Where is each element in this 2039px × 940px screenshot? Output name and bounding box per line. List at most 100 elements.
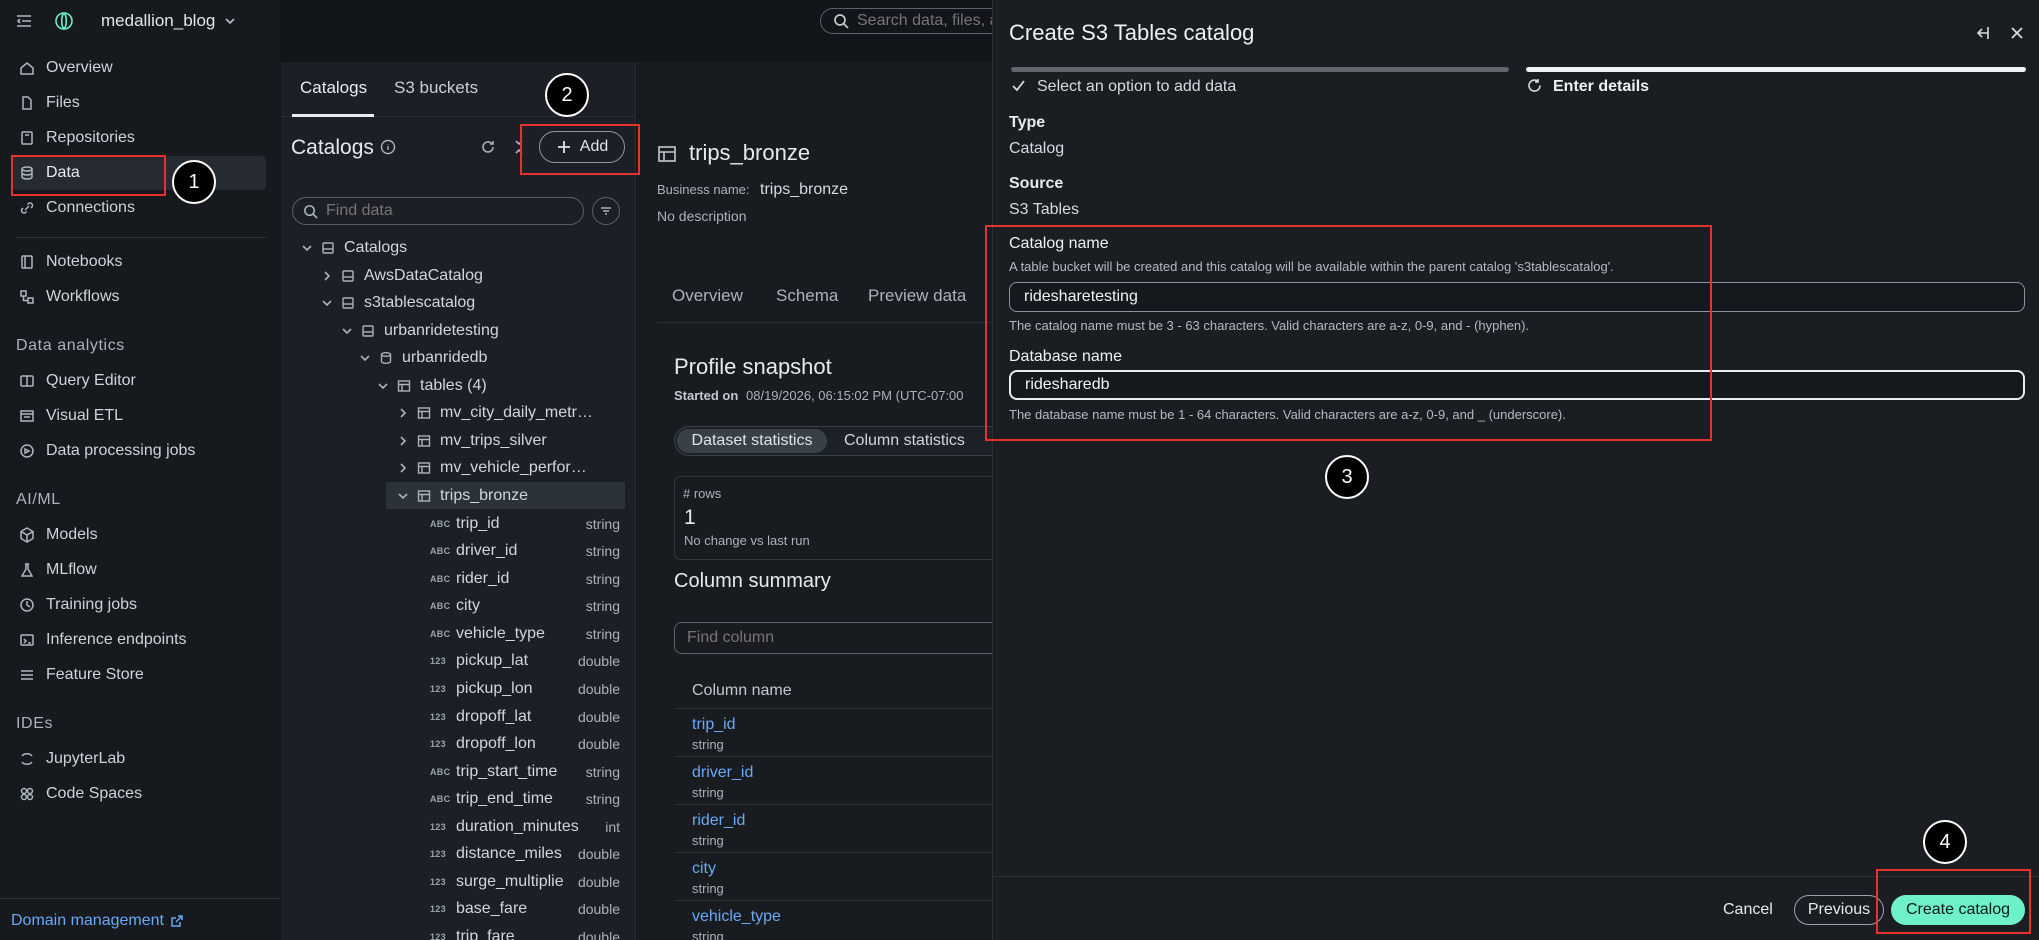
step1-progress-bar — [1011, 67, 1509, 72]
chevron-down-icon[interactable] — [300, 241, 314, 255]
cancel-button[interactable]: Cancel — [1723, 901, 1773, 919]
nav-item-files[interactable]: Files — [12, 86, 266, 120]
source-label: Source — [1009, 175, 1064, 192]
nav-item-visual-etl[interactable]: Visual ETL — [12, 399, 266, 433]
column-row[interactable]: ABC city string — [430, 592, 620, 619]
summary-column-link[interactable]: rider_id — [692, 812, 745, 830]
chevron-down-icon[interactable] — [396, 489, 410, 503]
tree-node-mv-vehicle-performance[interactable]: mv_vehicle_perfor… — [396, 454, 587, 481]
nav-item-label: Repositories — [46, 129, 135, 146]
tree-node-awsdatacatalog[interactable]: AwsDataCatalog — [320, 262, 483, 289]
catalog-icon — [320, 240, 336, 256]
summary-column-link[interactable]: trip_id — [692, 716, 736, 734]
nav-item-connections[interactable]: Connections — [12, 191, 266, 225]
find-data-field[interactable] — [292, 197, 584, 225]
step2-label[interactable]: Enter details — [1553, 78, 1649, 96]
nav-item-inference-endpoints[interactable]: Inference endpoints — [12, 623, 266, 657]
collapse-sidebar-icon[interactable] — [14, 11, 34, 31]
column-row[interactable]: ABC vehicle_type string — [430, 620, 620, 647]
tree-node-mv-city-daily-metrics[interactable]: mv_city_daily_metr… — [396, 399, 593, 426]
close-icon[interactable] — [2008, 24, 2026, 42]
chevron-right-icon[interactable] — [320, 269, 334, 283]
column-row[interactable]: ABC trip_start_time string — [430, 758, 620, 785]
nav-item-query-editor[interactable]: Query Editor — [12, 364, 266, 398]
tree-node-urbanridetesting[interactable]: urbanridetesting — [340, 317, 499, 344]
column-row[interactable]: 123 pickup_lon double — [430, 675, 620, 702]
column-row[interactable]: 123 dropoff_lon double — [430, 730, 620, 757]
nav-item-data-processing-jobs[interactable]: Data processing jobs — [12, 434, 266, 468]
nav-item-mlflow[interactable]: MLflow — [12, 553, 266, 587]
domain-management-link[interactable]: Domain management — [11, 912, 184, 930]
column-type: string — [585, 570, 620, 587]
column-row[interactable]: 123 surge_multiplie double — [430, 868, 620, 895]
filter-icon[interactable] — [592, 197, 620, 225]
tree-node-label: AwsDataCatalog — [364, 266, 483, 284]
tab-schema[interactable]: Schema — [776, 286, 838, 306]
column-row[interactable]: ABC trip_id string — [430, 510, 620, 537]
column-statistics-tab[interactable]: Column statistics — [844, 432, 965, 450]
column-row[interactable]: ABC driver_id string — [430, 537, 620, 564]
nav-item-label: Models — [46, 526, 98, 543]
info-icon[interactable] — [380, 139, 396, 155]
nav-item-repositories[interactable]: Repositories — [12, 121, 266, 155]
tree-node-label: urbanridedb — [402, 348, 488, 366]
column-name-header: Column name — [692, 682, 792, 699]
column-row[interactable]: 123 dropoff_lat double — [430, 703, 620, 730]
global-search[interactable] — [820, 8, 1000, 34]
collapse-panel-icon[interactable] — [1973, 24, 1991, 42]
chevron-down-icon[interactable] — [222, 13, 238, 29]
tree-node-mv-trips-silver[interactable]: mv_trips_silver — [396, 427, 547, 454]
nav-item-notebooks[interactable]: Notebooks — [12, 245, 266, 279]
column-row[interactable]: 123 trip_fare double — [430, 923, 620, 940]
find-data-input[interactable] — [326, 202, 566, 220]
nav-item-feature-store[interactable]: Feature Store — [12, 658, 266, 692]
string-type-icon: ABC — [430, 573, 451, 584]
column-row[interactable]: 123 duration_minutes int — [430, 813, 620, 840]
chevron-down-icon[interactable] — [376, 379, 390, 393]
nav-item-workflows[interactable]: Workflows — [12, 280, 266, 314]
nav-item-jupyterlab[interactable]: JupyterLab — [12, 742, 266, 776]
step1-label[interactable]: Select an option to add data — [1037, 78, 1236, 96]
chevron-right-icon[interactable] — [396, 434, 410, 448]
dataset-statistics-tab[interactable]: Dataset statistics — [677, 429, 827, 453]
chevron-down-icon[interactable] — [320, 296, 334, 310]
tree-node-s3tablescatalog[interactable]: s3tablescatalog — [320, 289, 475, 316]
column-type: double — [577, 680, 620, 697]
chevron-right-icon[interactable] — [396, 461, 410, 475]
tab-catalogs[interactable]: Catalogs — [300, 78, 367, 98]
tree-node-tables[interactable]: tables (4) — [376, 372, 487, 399]
nav-item-code-spaces[interactable]: Code Spaces — [12, 777, 266, 811]
tree-node-catalogs[interactable]: Catalogs — [300, 234, 407, 261]
column-row[interactable]: ABC rider_id string — [430, 565, 620, 592]
column-row[interactable]: 123 base_fare double — [430, 895, 620, 922]
string-type-icon: ABC — [430, 600, 451, 611]
tree-node-urbanridedb[interactable]: urbanridedb — [358, 344, 487, 371]
column-row[interactable]: 123 pickup_lat double — [430, 647, 620, 674]
tab-preview-data[interactable]: Preview data — [868, 286, 966, 306]
nav-item-models[interactable]: Models — [12, 518, 266, 552]
column-row[interactable]: 123 distance_miles double — [430, 840, 620, 867]
catalog-icon — [340, 268, 356, 284]
search-input[interactable] — [857, 12, 997, 30]
find-column-field[interactable] — [674, 622, 993, 654]
column-name: dropoff_lat — [456, 707, 532, 725]
summary-column-link[interactable]: driver_id — [692, 764, 753, 782]
column-row[interactable]: ABC trip_end_time string — [430, 785, 620, 812]
table-icon — [416, 488, 432, 504]
tab-overview[interactable]: Overview — [672, 286, 743, 306]
nav-item-training-jobs[interactable]: Training jobs — [12, 588, 266, 622]
column-name: distance_miles — [456, 844, 562, 862]
workspace-name[interactable]: medallion_blog — [101, 11, 215, 31]
tab-s3-buckets[interactable]: S3 buckets — [394, 78, 478, 98]
summary-column-link[interactable]: vehicle_type — [692, 908, 781, 926]
chevron-down-icon[interactable] — [340, 324, 354, 338]
chevron-right-icon[interactable] — [396, 406, 410, 420]
column-name: dropoff_lon — [456, 734, 536, 752]
tree-node-trips-bronze[interactable]: trips_bronze — [386, 482, 625, 509]
summary-column-link[interactable]: city — [692, 860, 716, 878]
find-column-input[interactable] — [687, 629, 987, 647]
previous-button[interactable]: Previous — [1794, 895, 1884, 925]
chevron-down-icon[interactable] — [358, 351, 372, 365]
refresh-icon[interactable] — [479, 138, 497, 156]
nav-item-overview[interactable]: Overview — [12, 51, 266, 85]
